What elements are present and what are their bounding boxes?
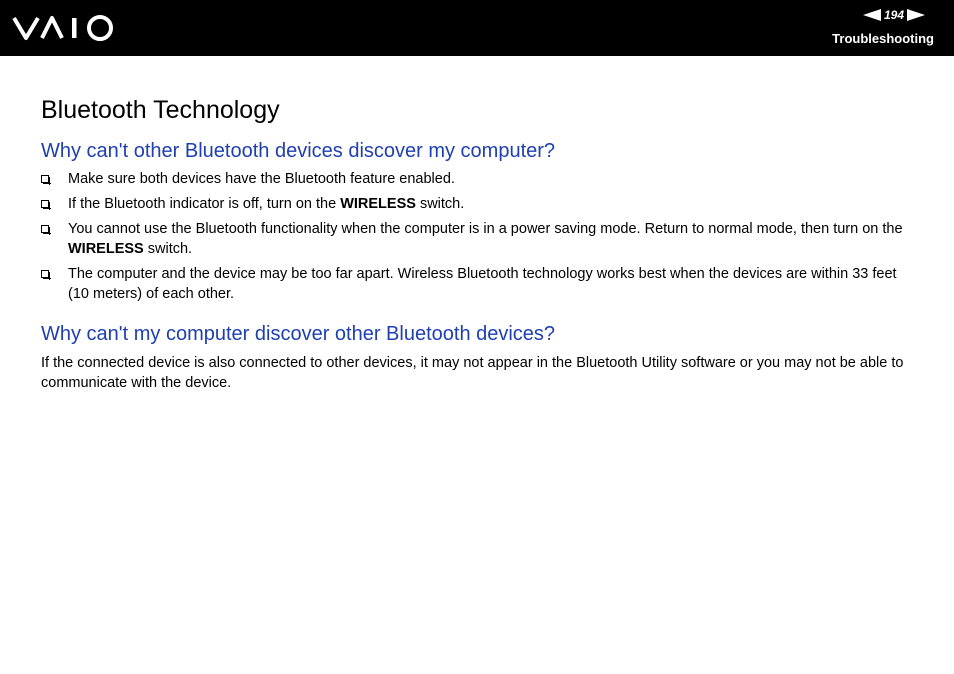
list-item: You cannot use the Bluetooth functionali… <box>41 219 913 259</box>
bullet-list: Make sure both devices have the Bluetoot… <box>41 169 913 304</box>
vaio-logo <box>12 15 113 41</box>
checkbox-bullet-icon <box>41 175 51 185</box>
page-header: 194 Troubleshooting <box>0 0 954 55</box>
list-item-text: Make sure both devices have the Bluetoot… <box>68 171 455 187</box>
previous-page-arrow-icon[interactable] <box>863 9 881 21</box>
section-heading-discover-other-devices: Why can't my computer discover other Blu… <box>41 323 556 345</box>
wireless-switch-label: WIRELESS <box>68 241 144 257</box>
wireless-switch-label: WIRELESS <box>340 196 416 212</box>
list-item-text: You cannot use the Bluetooth functionali… <box>68 221 903 237</box>
list-item-text: If the Bluetooth indicator is off, turn … <box>68 196 341 212</box>
checkbox-bullet-icon <box>41 225 51 235</box>
page-content: Bluetooth Technology Why can't other Blu… <box>41 95 913 393</box>
list-item: The computer and the device may be too f… <box>41 264 913 304</box>
page-number: 194 <box>884 8 905 22</box>
header-divider <box>0 55 954 56</box>
list-item: If the Bluetooth indicator is off, turn … <box>41 194 913 214</box>
checkbox-bullet-icon <box>41 200 51 210</box>
section-heading-discover-my-computer: Why can't other Bluetooth devices discov… <box>41 140 556 162</box>
list-item: Make sure both devices have the Bluetoot… <box>41 169 913 189</box>
page-title: Bluetooth Technology <box>41 96 280 124</box>
section-label: Troubleshooting <box>832 31 934 46</box>
next-page-arrow-icon[interactable] <box>907 9 926 21</box>
body-paragraph: If the connected device is also connecte… <box>41 355 904 391</box>
list-item-text: switch. <box>415 196 465 212</box>
page-navigation: 194 <box>863 7 926 23</box>
list-item-text: switch. <box>143 241 193 257</box>
list-item-text: The computer and the device may be too f… <box>68 266 897 302</box>
checkbox-bullet-icon <box>41 270 51 280</box>
